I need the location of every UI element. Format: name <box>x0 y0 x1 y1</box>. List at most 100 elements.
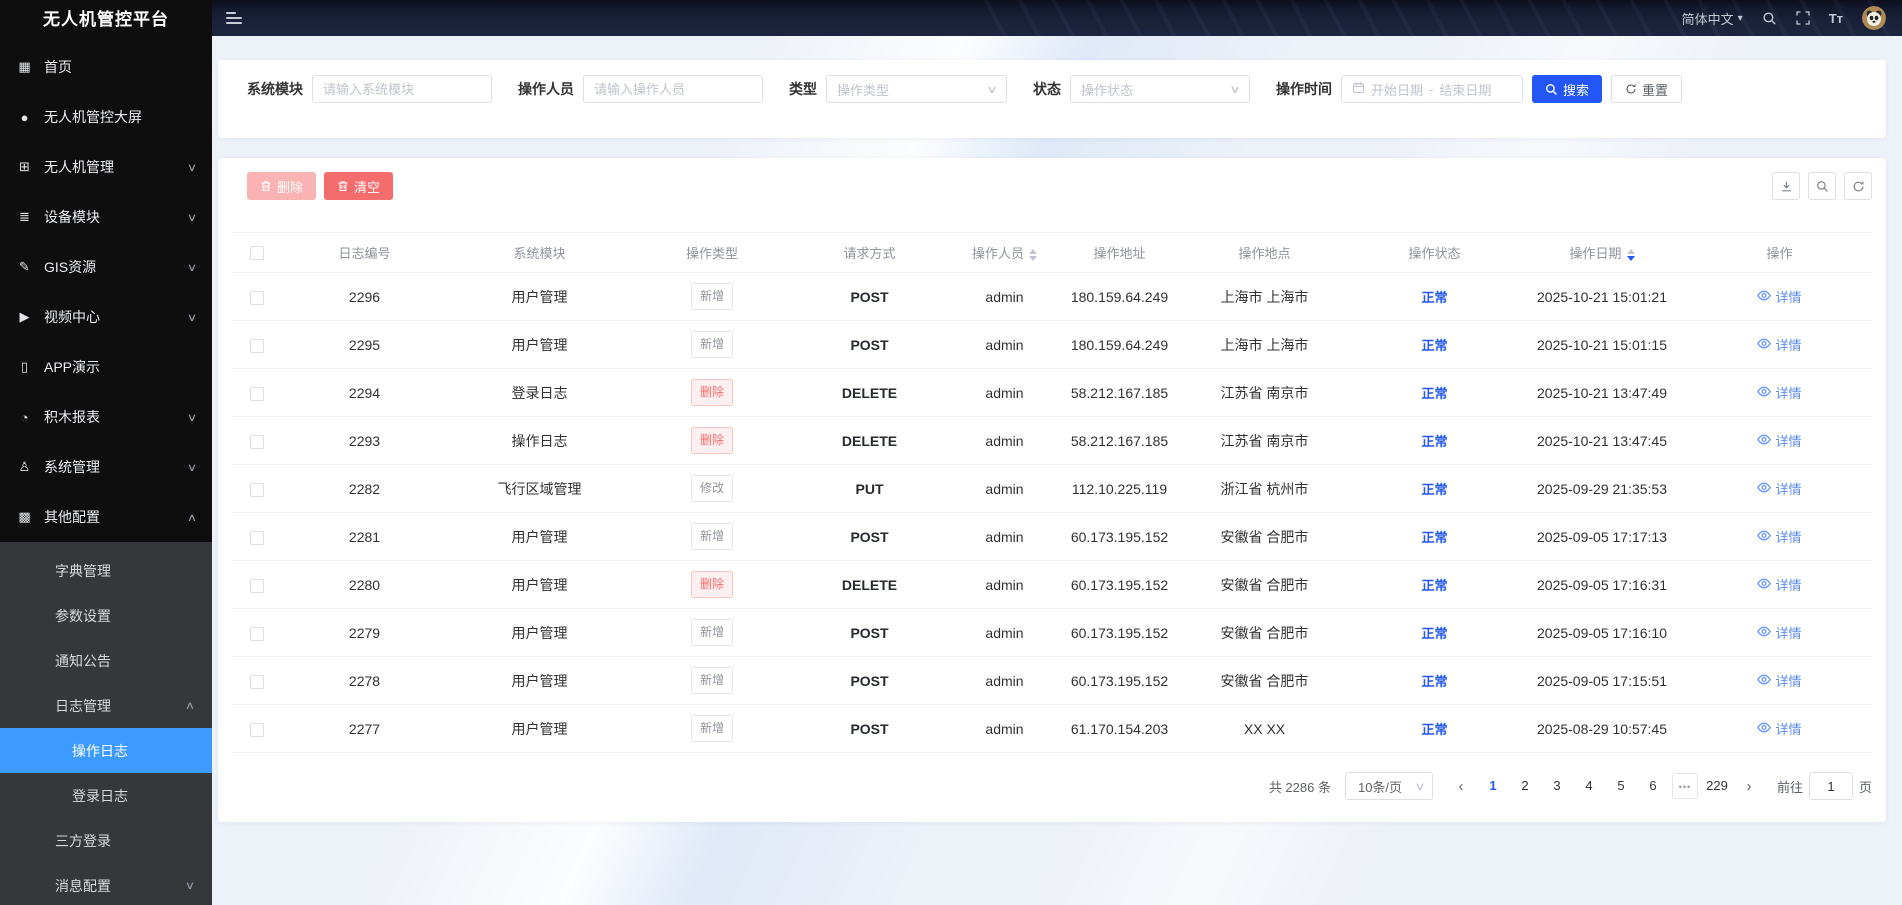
sidebar-item-video-center[interactable]: ▶ 视频中心 ∨ <box>0 292 212 342</box>
column-header-date[interactable]: 操作日期 <box>1517 232 1687 273</box>
date-range-picker[interactable]: 开始日期 - 结束日期 <box>1341 75 1523 103</box>
user-avatar[interactable] <box>1862 6 1886 30</box>
sidebar-item-message-config[interactable]: 消息配置 ∨ <box>0 863 212 905</box>
page-number-button[interactable]: 5 <box>1608 773 1634 799</box>
column-header-checkbox <box>232 232 282 273</box>
reset-button[interactable]: 重置 <box>1611 75 1683 103</box>
sort-carets-icon[interactable] <box>1029 248 1037 261</box>
pages-more-button[interactable]: ••• <box>1671 773 1698 799</box>
cell-date: 2025-10-21 15:01:21 <box>1517 272 1687 321</box>
delete-button[interactable]: 删除 <box>247 172 317 200</box>
sort-asc-icon[interactable] <box>1029 248 1037 254</box>
sidebar-item-gis-resource[interactable]: ✎ GIS资源 ∨ <box>0 242 212 292</box>
clear-button[interactable]: 清空 <box>324 172 394 200</box>
page-number-button[interactable]: 1 <box>1480 773 1506 799</box>
sidebar-subitem-label: 三方登录 <box>55 832 111 849</box>
next-page-button[interactable]: › <box>1737 778 1761 795</box>
row-checkbox[interactable] <box>250 482 264 497</box>
row-checkbox[interactable] <box>250 626 264 641</box>
sidebar-item-device-module[interactable]: ≣ 设备模块 ∨ <box>0 192 212 242</box>
row-checkbox[interactable] <box>250 530 264 545</box>
sort-asc-icon[interactable] <box>1626 248 1635 254</box>
sidebar-item-login-log[interactable]: 登录日志 <box>0 773 212 818</box>
value: 2280 <box>348 576 381 593</box>
prev-page-button[interactable]: ‹ <box>1449 778 1473 795</box>
sort-desc-icon[interactable] <box>1626 255 1635 261</box>
sidebar-item-system-manage[interactable]: ♙ 系统管理 ∨ <box>0 442 212 492</box>
page-number-button[interactable]: 2 <box>1512 773 1538 799</box>
row-checkbox[interactable] <box>250 290 264 305</box>
download-icon[interactable] <box>1772 172 1800 200</box>
detail-link[interactable]: 详情 <box>1757 623 1802 642</box>
page-number-button[interactable]: 4 <box>1576 773 1602 799</box>
detail-link[interactable]: 详情 <box>1757 527 1802 546</box>
fullscreen-icon[interactable] <box>1796 11 1810 25</box>
cell-status: 正常 <box>1352 272 1517 321</box>
row-checkbox[interactable] <box>250 338 264 353</box>
sidebar-item-operation-log[interactable]: 操作日志 <box>0 728 212 773</box>
value: 浙江省 杭州市 <box>1220 480 1309 497</box>
language-selector[interactable]: 简体中文 ▾ <box>1682 9 1743 28</box>
status-select[interactable]: 操作状态 ∨ <box>1070 75 1250 103</box>
detail-link[interactable]: 详情 <box>1757 431 1802 450</box>
cell-action: 详情 <box>1687 512 1872 561</box>
detail-link[interactable]: 详情 <box>1757 479 1802 498</box>
type-select[interactable]: 操作类型 ∨ <box>826 75 1007 103</box>
column-header-operator[interactable]: 操作人员 <box>947 232 1062 273</box>
cell-operator: admin <box>947 608 1062 657</box>
detail-link-label: 详情 <box>1775 722 1802 737</box>
sidebar: 无人机管控平台 ▦ 首页 ● 无人机管控大屏 ⊞ 无人机管理 ∨ ≣ 设备模块 ∨ ✎ GIS资源 ∨ ▶… <box>0 0 212 905</box>
detail-link[interactable]: 详情 <box>1757 671 1802 690</box>
cell-ip: 60.173.195.152 <box>1062 512 1177 561</box>
sidebar-item-notice[interactable]: 通知公告 <box>0 638 212 683</box>
search-icon[interactable] <box>1762 11 1777 26</box>
sidebar-subitem-label: 字典管理 <box>55 562 111 579</box>
sidebar-item-third-party-login[interactable]: 三方登录 <box>0 818 212 863</box>
row-checkbox[interactable] <box>250 434 264 449</box>
cell-operator: admin <box>947 320 1062 369</box>
row-checkbox[interactable] <box>250 578 264 593</box>
search-button-label: 搜索 <box>1563 82 1590 98</box>
detail-link[interactable]: 详情 <box>1757 575 1802 594</box>
row-checkbox[interactable] <box>250 386 264 401</box>
value: 2025-10-21 15:01:21 <box>1537 288 1667 305</box>
select-all-checkbox[interactable] <box>250 246 264 261</box>
page-number-button[interactable]: 3 <box>1544 773 1570 799</box>
goto-page-input[interactable] <box>1808 772 1853 800</box>
detail-link[interactable]: 详情 <box>1757 287 1802 306</box>
detail-link[interactable]: 详情 <box>1757 719 1802 738</box>
cell-operator: admin <box>947 704 1062 753</box>
table-search-icon[interactable] <box>1808 172 1836 200</box>
row-checkbox[interactable] <box>250 674 264 689</box>
status-badge: 正常 <box>1421 386 1448 401</box>
search-button[interactable]: 搜索 <box>1532 75 1603 103</box>
sidebar-item-block-report[interactable]: ◔ 积木报表 ∨ <box>0 392 212 442</box>
table-refresh-icon[interactable] <box>1844 172 1872 200</box>
detail-link[interactable]: 详情 <box>1757 335 1802 354</box>
sidebar-item-other-config[interactable]: ▩ 其他配置 ∧ <box>0 492 212 542</box>
method-value: POST <box>850 624 889 641</box>
chevron-down-icon: ∨ <box>1229 83 1241 96</box>
sidebar-item-dict-manage[interactable]: 字典管理 <box>0 548 212 593</box>
sidebar-item-drone-manage[interactable]: ⊞ 无人机管理 ∨ <box>0 142 212 192</box>
operator-input[interactable] <box>583 75 763 103</box>
sidebar-item-home[interactable]: ▦ 首页 <box>0 42 212 92</box>
sidebar-item-app-demo[interactable]: ▯ APP演示 <box>0 342 212 392</box>
value: 安徽省 合肥市 <box>1220 528 1309 545</box>
reset-button-label: 重置 <box>1642 82 1669 98</box>
detail-link-label: 详情 <box>1775 674 1802 689</box>
font-size-icon[interactable]: Tт <box>1829 11 1843 26</box>
sort-desc-icon[interactable] <box>1029 255 1037 261</box>
page-number-button[interactable]: 6 <box>1640 773 1666 799</box>
sidebar-item-param-settings[interactable]: 参数设置 <box>0 593 212 638</box>
sort-carets-icon[interactable] <box>1626 248 1635 261</box>
detail-link[interactable]: 详情 <box>1757 383 1802 402</box>
type-filter-label: 类型 <box>789 81 817 97</box>
row-checkbox[interactable] <box>250 722 264 737</box>
menu-collapse-icon[interactable] <box>226 12 242 24</box>
page-size-select[interactable]: 10条/页 ∨ <box>1344 772 1433 800</box>
sidebar-item-big-screen[interactable]: ● 无人机管控大屏 <box>0 92 212 142</box>
page-number-button[interactable]: 229 <box>1704 773 1730 799</box>
module-input[interactable] <box>312 75 492 103</box>
sidebar-item-log-manage[interactable]: 日志管理 ∧ <box>0 683 212 728</box>
